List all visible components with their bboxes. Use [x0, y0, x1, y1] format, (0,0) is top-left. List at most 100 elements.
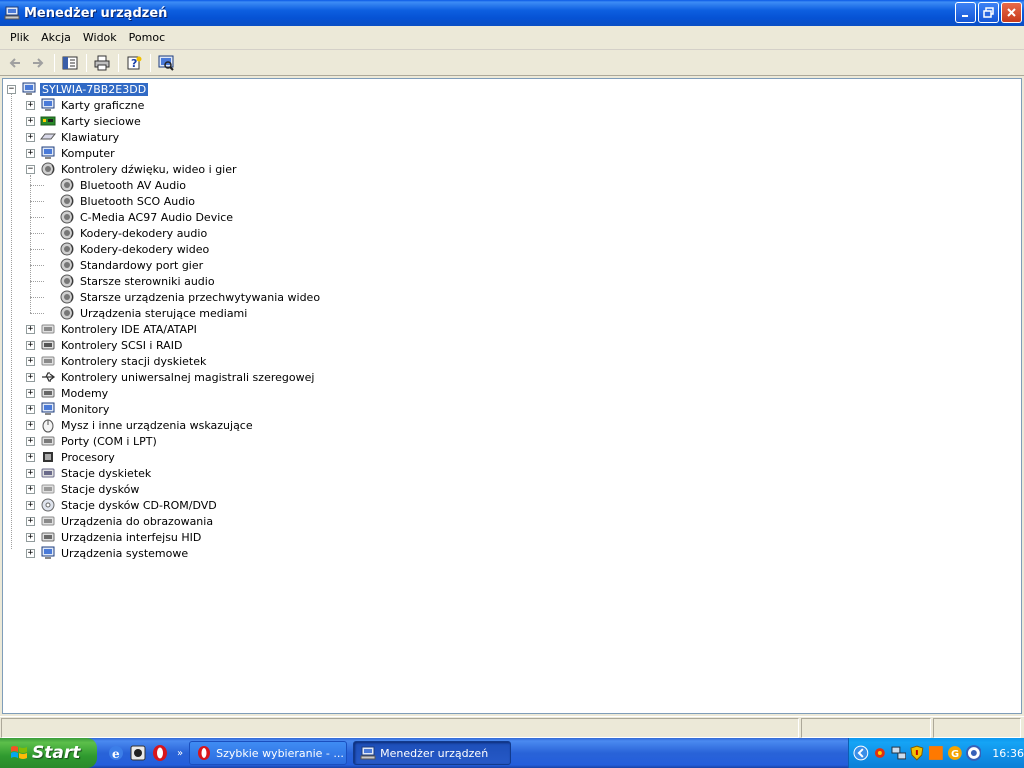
expand-toggle[interactable]: + — [26, 501, 35, 510]
tree-item-label: Starsze sterowniki audio — [80, 274, 215, 288]
expand-toggle[interactable]: + — [26, 517, 35, 526]
tree-category[interactable]: Procesory — [40, 449, 117, 465]
help-button[interactable]: ? — [123, 52, 145, 74]
expand-toggle[interactable]: + — [26, 325, 35, 334]
expand-toggle[interactable]: + — [26, 341, 35, 350]
tree-item-label: Kontrolery dźwięku, wideo i gier — [61, 162, 237, 176]
scan-hardware-button[interactable] — [155, 52, 177, 74]
expand-toggle[interactable]: + — [26, 357, 35, 366]
tree-device[interactable]: Kodery-dekodery audio — [59, 225, 209, 241]
tree-category[interactable]: Karty sieciowe — [40, 113, 143, 129]
tray-expand-icon[interactable] — [853, 745, 869, 761]
collapse-toggle[interactable]: − — [7, 85, 16, 94]
tree-item-label: Karty graficzne — [61, 98, 145, 112]
start-button[interactable]: Start — [0, 738, 97, 768]
expand-toggle[interactable]: + — [26, 101, 35, 110]
tree-category[interactable]: Porty (COM i LPT) — [40, 433, 159, 449]
tree-device[interactable]: Starsze sterowniki audio — [59, 273, 217, 289]
tree-item-label: Urządzenia do obrazowania — [61, 514, 214, 528]
title-bar[interactable]: Menedżer urządzeń — [0, 0, 1024, 26]
close-button[interactable] — [1001, 2, 1022, 23]
forward-button[interactable] — [27, 52, 49, 74]
tree-category[interactable]: Monitory — [40, 401, 111, 417]
expand-toggle[interactable]: + — [26, 149, 35, 158]
expand-toggle[interactable]: + — [26, 469, 35, 478]
menu-file[interactable]: Plik — [4, 29, 35, 46]
tree-device[interactable]: Urządzenia sterujące mediami — [59, 305, 249, 321]
network-icon[interactable] — [890, 745, 907, 761]
tree-category[interactable]: Kontrolery dźwięku, wideo i gier — [40, 161, 239, 177]
toolbar-separator — [54, 54, 55, 72]
show-hide-tree-button[interactable] — [59, 52, 81, 74]
sound-icon — [60, 178, 74, 192]
sound-icon — [41, 162, 55, 176]
expand-toggle[interactable]: + — [26, 453, 35, 462]
tree-category[interactable]: Kontrolery uniwersalnej magistrali szere… — [40, 369, 316, 385]
minimize-button[interactable] — [955, 2, 976, 23]
tree-device[interactable]: Starsze urządzenia przechwytywania wideo — [59, 289, 322, 305]
tree-category[interactable]: Kontrolery SCSI i RAID — [40, 337, 184, 353]
gg-icon[interactable]: G — [947, 745, 963, 761]
tree-category[interactable]: Modemy — [40, 385, 110, 401]
task-label: Menedżer urządzeń — [380, 746, 489, 760]
expand-toggle[interactable]: + — [26, 389, 35, 398]
tree-category[interactable]: Karty graficzne — [40, 97, 146, 113]
tree-root-computer[interactable]: SYLWIA-7BB2E3DD — [21, 81, 149, 97]
imaging-icon — [41, 516, 55, 526]
opera-icon[interactable] — [151, 744, 169, 762]
tree-category[interactable]: Stacje dysków CD-ROM/DVD — [40, 497, 219, 513]
menu-action[interactable]: Akcja — [35, 29, 77, 46]
tree-category[interactable]: Mysz i inne urządzenia wskazujące — [40, 417, 255, 433]
back-button[interactable] — [4, 52, 26, 74]
network-adapter-icon — [40, 116, 56, 126]
expand-toggle[interactable]: + — [26, 405, 35, 414]
tree-item-label: Procesory — [61, 450, 115, 464]
tree-category[interactable]: Kontrolery IDE ATA/ATAPI — [40, 321, 199, 337]
device-tree[interactable]: SYLWIA-7BB2E3DD − Karty graficzne + Karty si… — [2, 78, 1022, 714]
internet-explorer-icon[interactable]: e — [107, 744, 125, 762]
hid-icon — [41, 532, 55, 542]
tree-category[interactable]: Stacje dyskietek — [40, 465, 153, 481]
mouse-icon — [42, 419, 54, 433]
display-adapter-icon — [41, 98, 55, 111]
tree-category[interactable]: Klawiatury — [40, 129, 121, 145]
print-button[interactable] — [91, 52, 113, 74]
restore-button[interactable] — [978, 2, 999, 23]
expand-toggle[interactable]: + — [26, 117, 35, 126]
virus-alert-icon[interactable] — [872, 745, 888, 761]
tree-category[interactable]: Kontrolery stacji dyskietek — [40, 353, 208, 369]
start-label: Start — [32, 743, 81, 763]
tree-category[interactable]: Urządzenia systemowe — [40, 545, 190, 561]
tree-device[interactable]: C-Media AC97 Audio Device — [59, 209, 235, 225]
tree-category[interactable]: Stacje dysków — [40, 481, 141, 497]
expand-toggle[interactable]: + — [26, 549, 35, 558]
tree-category[interactable]: Komputer — [40, 145, 117, 161]
messenger-icon[interactable] — [965, 745, 982, 761]
tree-device[interactable]: Bluetooth SCO Audio — [59, 193, 197, 209]
menu-view[interactable]: Widok — [77, 29, 123, 46]
expand-toggle[interactable]: + — [26, 421, 35, 430]
expand-toggle[interactable]: + — [26, 373, 35, 382]
expand-toggle[interactable]: + — [26, 437, 35, 446]
tree-item-label: Kodery-dekodery audio — [80, 226, 208, 240]
expand-toggle[interactable]: + — [26, 485, 35, 494]
tree-category[interactable]: Urządzenia interfejsu HID — [40, 529, 203, 545]
task-device-manager[interactable]: Menedżer urządzeń — [353, 741, 512, 765]
orange-icon[interactable] — [928, 745, 944, 761]
media-player-icon[interactable] — [129, 744, 147, 762]
svg-text:G: G — [951, 749, 959, 760]
system-device-icon — [41, 546, 55, 559]
tree-device[interactable]: Standardowy port gier — [59, 257, 205, 273]
cdrom-icon — [41, 498, 55, 512]
quick-launch-more-icon[interactable]: » — [177, 748, 183, 759]
collapse-toggle[interactable]: − — [26, 165, 35, 174]
menu-help[interactable]: Pomoc — [123, 29, 171, 46]
security-shield-icon[interactable] — [909, 745, 925, 761]
device-manager-icon — [360, 746, 376, 760]
task-speed-dial[interactable]: Szybkie wybieranie - ... — [189, 741, 348, 765]
tree-category[interactable]: Urządzenia do obrazowania — [40, 513, 215, 529]
tree-device[interactable]: Bluetooth AV Audio — [59, 177, 188, 193]
expand-toggle[interactable]: + — [26, 533, 35, 542]
tree-device[interactable]: Kodery-dekodery wideo — [59, 241, 211, 257]
expand-toggle[interactable]: + — [26, 133, 35, 142]
